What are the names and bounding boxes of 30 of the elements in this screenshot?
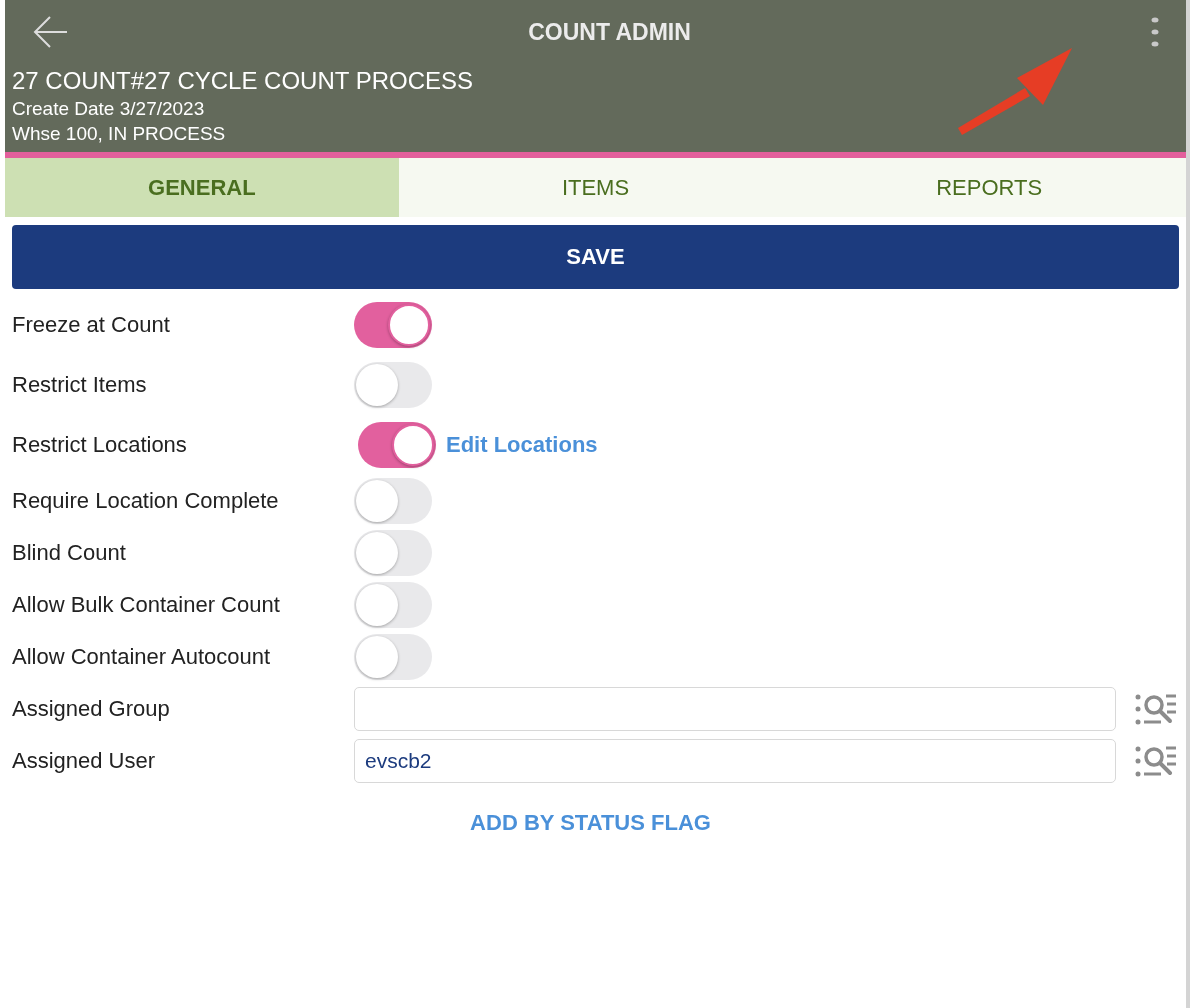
add-by-status-flag-button[interactable]: ADD BY STATUS FLAG (464, 809, 717, 837)
setting-label: Require Location Complete (12, 488, 280, 514)
record-status: Whse 100, IN PROCESS (12, 122, 227, 146)
screen-title: COUNT ADMIN (528, 18, 691, 46)
back-button[interactable] (33, 15, 69, 49)
setting-label: Freeze at Count (12, 312, 171, 338)
toggle-switch[interactable] (354, 302, 432, 348)
toggle-switch[interactable] (354, 582, 432, 628)
toggle-switch[interactable] (354, 478, 432, 524)
tab[interactable]: REPORTS (792, 158, 1186, 217)
setting-label: Restrict Locations (12, 432, 188, 458)
create-date: Create Date 3/27/2023 (12, 97, 206, 121)
setting-label: Allow Bulk Container Count (12, 592, 281, 618)
tab[interactable]: ITEMS (398, 158, 793, 217)
field-label: Assigned Group (12, 696, 171, 722)
toggle-switch[interactable] (354, 530, 432, 576)
more-menu-button[interactable] (1150, 15, 1160, 49)
toggle-switch[interactable] (354, 362, 432, 408)
setting-label: Blind Count (12, 540, 127, 566)
input-field[interactable] (354, 687, 1116, 731)
toggle-switch[interactable] (354, 634, 432, 680)
toggle-switch[interactable] (358, 422, 436, 468)
setting-label: Allow Container Autocount (12, 644, 272, 670)
field-label: Assigned User (12, 748, 157, 774)
record-title: 27 COUNT#27 CYCLE COUNT PROCESS (12, 66, 474, 96)
edit-locations-link[interactable]: Edit Locations (446, 432, 598, 458)
save-button[interactable]: SAVE (12, 225, 1179, 289)
input-field[interactable]: evscb2 (354, 739, 1116, 783)
tab[interactable]: GENERAL (5, 158, 399, 217)
setting-label: Restrict Items (12, 372, 148, 398)
